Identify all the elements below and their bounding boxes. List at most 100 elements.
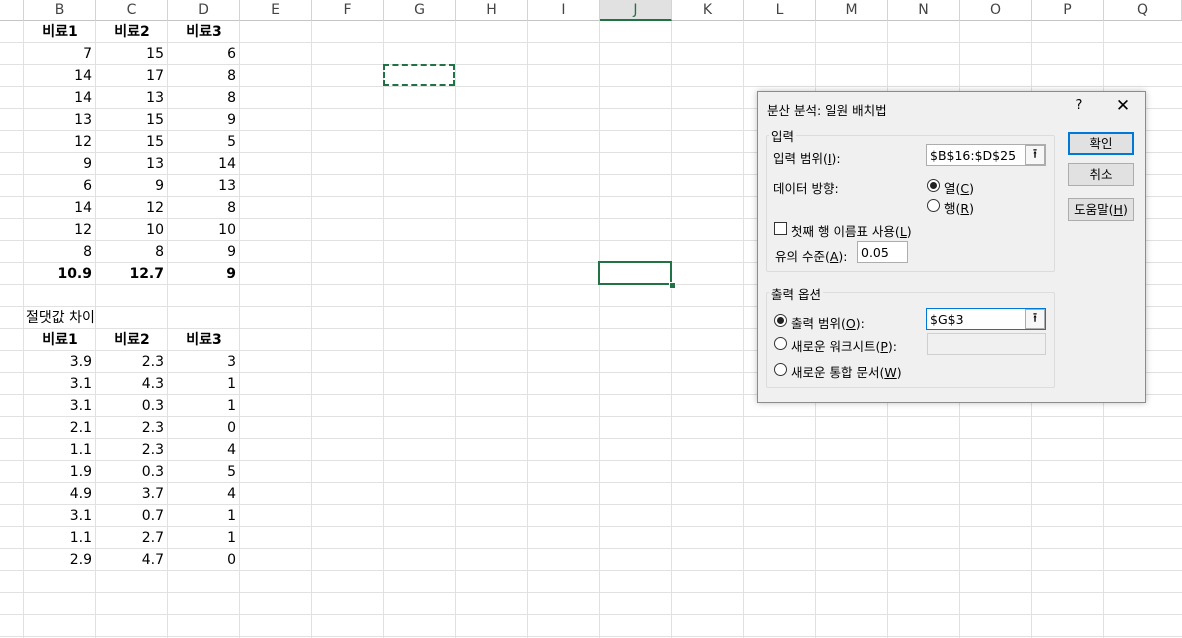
table1-cell[interactable]: 14 [168, 153, 240, 175]
table2-cell[interactable]: 1.1 [24, 439, 96, 461]
input-range-collapse-button[interactable]: ⭱ [1025, 145, 1045, 165]
radio-output-range[interactable] [774, 314, 787, 327]
table1-cell[interactable]: 10 [96, 219, 168, 241]
radio-rows-label[interactable]: 행(R) [944, 198, 974, 217]
table1-cell[interactable]: 15 [96, 43, 168, 65]
radio-rows[interactable] [927, 199, 940, 212]
close-icon[interactable]: ✕ [1112, 96, 1134, 116]
table2-cell[interactable]: 1 [168, 505, 240, 527]
column-header-p[interactable]: P [1032, 0, 1104, 21]
column-header-n[interactable]: N [888, 0, 960, 21]
radio-new-worksheet[interactable] [774, 337, 787, 350]
table2-cell[interactable]: 4 [168, 483, 240, 505]
table1-cell[interactable]: 12 [24, 131, 96, 153]
table1-cell[interactable]: 9 [168, 109, 240, 131]
table1-cell[interactable]: 8 [168, 87, 240, 109]
table1-average-cell[interactable]: 10.9 [24, 263, 96, 285]
table1-cell[interactable]: 9 [24, 153, 96, 175]
table2-title[interactable]: 절댓값 차이 [0, 307, 120, 329]
radio-columns[interactable] [927, 179, 940, 192]
table2-cell[interactable]: 0.7 [96, 505, 168, 527]
column-header-h[interactable]: H [456, 0, 528, 21]
table1-cell[interactable]: 9 [168, 241, 240, 263]
first-row-labels-checkbox[interactable] [774, 222, 787, 235]
column-header-j[interactable]: J [600, 0, 672, 21]
table1-cell[interactable]: 14 [24, 197, 96, 219]
table1-cell[interactable]: 12 [96, 197, 168, 219]
cancel-button[interactable]: 취소 [1068, 163, 1134, 186]
table1-cell[interactable]: 10 [168, 219, 240, 241]
table1-cell[interactable]: 9 [96, 175, 168, 197]
table2-cell[interactable]: 3 [168, 351, 240, 373]
column-header-m[interactable]: M [816, 0, 888, 21]
table1-cell[interactable]: 8 [24, 241, 96, 263]
table2-cell[interactable]: 4.3 [96, 373, 168, 395]
column-header-b[interactable]: B [24, 0, 96, 21]
table1-cell[interactable]: 8 [168, 197, 240, 219]
table1-cell[interactable]: 12 [24, 219, 96, 241]
table1-cell[interactable]: 17 [96, 65, 168, 87]
new-workbook-label[interactable]: 새로운 통합 문서(W) [791, 362, 902, 381]
column-header-g[interactable]: G [384, 0, 456, 21]
column-header-c[interactable]: C [96, 0, 168, 21]
radio-new-workbook[interactable] [774, 363, 787, 376]
radio-columns-label[interactable]: 열(C) [944, 178, 974, 197]
table1-cell[interactable]: 13 [96, 153, 168, 175]
new-worksheet-label[interactable]: 새로운 워크시트(P): [791, 336, 897, 355]
active-cell-j12[interactable] [598, 261, 672, 285]
table2-cell[interactable]: 3.7 [96, 483, 168, 505]
table2-cell[interactable]: 0.3 [96, 395, 168, 417]
table1-cell[interactable]: 13 [96, 87, 168, 109]
table2-cell[interactable]: 3.1 [24, 373, 96, 395]
table2-cell[interactable]: 4 [168, 439, 240, 461]
table2-cell[interactable]: 1.1 [24, 527, 96, 549]
table1-cell[interactable]: 15 [96, 109, 168, 131]
table1-cell[interactable]: 14 [24, 87, 96, 109]
table1-cell[interactable]: 13 [24, 109, 96, 131]
table1-average-cell[interactable]: 12.7 [96, 263, 168, 285]
table1-cell[interactable]: 7 [24, 43, 96, 65]
table2-cell[interactable]: 1 [168, 395, 240, 417]
table2-cell[interactable]: 2.3 [96, 351, 168, 373]
table2-cell[interactable]: 4.7 [96, 549, 168, 571]
table2-cell[interactable]: 0 [168, 549, 240, 571]
table2-header[interactable]: 비료3 [168, 329, 240, 351]
column-header-partial[interactable] [0, 0, 24, 21]
table2-cell[interactable]: 2.3 [96, 417, 168, 439]
table2-cell[interactable]: 1 [168, 527, 240, 549]
help-icon[interactable]: ? [1072, 98, 1086, 114]
output-range-label[interactable]: 출력 범위(O): [791, 313, 865, 332]
fill-handle[interactable] [669, 282, 676, 289]
table1-cell[interactable]: 8 [168, 65, 240, 87]
column-header-q[interactable]: Q [1104, 0, 1182, 21]
table1-header[interactable]: 비료2 [96, 21, 168, 43]
table2-cell[interactable]: 2.7 [96, 527, 168, 549]
table2-cell[interactable]: 4.9 [24, 483, 96, 505]
table2-cell[interactable]: 3.9 [24, 351, 96, 373]
table2-cell[interactable]: 5 [168, 461, 240, 483]
table1-average-cell[interactable]: 9 [168, 263, 240, 285]
table2-cell[interactable]: 1.9 [24, 461, 96, 483]
table1-cell[interactable]: 6 [168, 43, 240, 65]
table1-header[interactable]: 비료1 [24, 21, 96, 43]
table1-header[interactable]: 비료3 [168, 21, 240, 43]
output-range-collapse-button[interactable]: ⭱ [1025, 309, 1045, 329]
table2-cell[interactable]: 0 [168, 417, 240, 439]
table2-cell[interactable]: 1 [168, 373, 240, 395]
column-header-o[interactable]: O [960, 0, 1032, 21]
table1-cell[interactable]: 13 [168, 175, 240, 197]
column-header-f[interactable]: F [312, 0, 384, 21]
column-header-e[interactable]: E [240, 0, 312, 21]
alpha-field[interactable] [857, 241, 908, 263]
table1-cell[interactable]: 15 [96, 131, 168, 153]
column-header-d[interactable]: D [168, 0, 240, 21]
help-button[interactable]: 도움말(H) [1068, 198, 1134, 221]
table2-cell[interactable]: 3.1 [24, 395, 96, 417]
table1-cell[interactable]: 14 [24, 65, 96, 87]
table2-header[interactable]: 비료1 [24, 329, 96, 351]
column-header-k[interactable]: K [672, 0, 744, 21]
ok-button[interactable]: 확인 [1068, 132, 1134, 155]
table2-cell[interactable]: 3.1 [24, 505, 96, 527]
table2-header[interactable]: 비료2 [96, 329, 168, 351]
column-header-i[interactable]: I [528, 0, 600, 21]
